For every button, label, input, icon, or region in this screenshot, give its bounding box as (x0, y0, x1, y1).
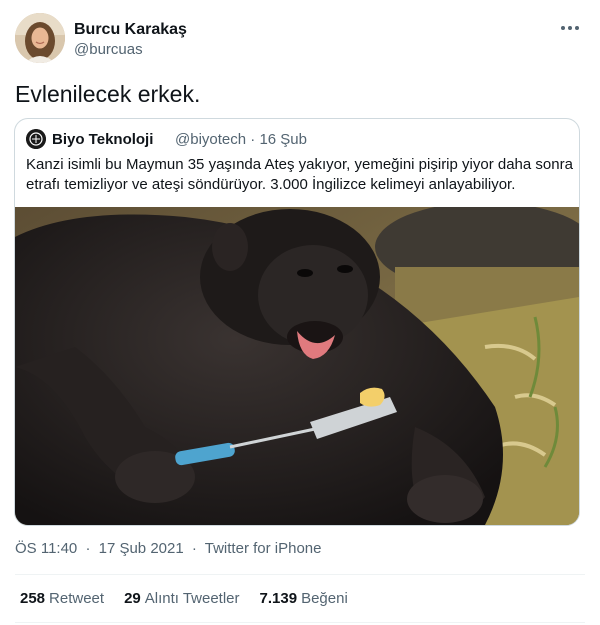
quotes-count: 29 (124, 590, 141, 607)
quoted-tweet[interactable]: Biyo Teknoloji @biyotech · 16 Şub Kanzi … (14, 118, 580, 526)
more-options-icon[interactable] (556, 18, 584, 38)
tweet-text: Evlenilecek erkek. (15, 81, 201, 107)
quoted-author-meta: @biyotech · 16 Şub (175, 131, 307, 148)
likes-stat[interactable]: 7.139 Beğeni (260, 590, 348, 607)
quoted-media-image[interactable] (15, 207, 579, 525)
tweet-source[interactable]: Twitter for iPhone (205, 540, 322, 557)
likes-label: Beğeni (301, 590, 348, 607)
likes-count: 7.139 (259, 590, 298, 607)
author-avatar[interactable] (15, 13, 65, 63)
quote-tweets-stat[interactable]: 29 Alıntı Tweetler (124, 590, 239, 607)
tweet-meta: ÖS 11:40 · 17 Şub 2021 · Twitter for iPh… (15, 540, 321, 557)
quoted-author-avatar (26, 129, 46, 149)
retweets-label: Retweet (49, 590, 105, 607)
quoted-author-name: Biyo Teknoloji (52, 131, 154, 148)
dot-separator: · (191, 540, 197, 557)
quoted-date: 16 Şub (259, 131, 307, 148)
tweet-time[interactable]: ÖS 11:40 (15, 540, 77, 557)
tweet-card: Burcu Karakaş @burcuas Evlenilecek erkek… (0, 0, 600, 625)
tweet-stats: 258 Retweet 29 Alıntı Tweetler 7.139 Beğeni (20, 590, 348, 607)
author-handle[interactable]: @burcuas (74, 41, 143, 58)
divider (15, 574, 585, 575)
dot-separator: · (85, 540, 91, 557)
divider (15, 622, 585, 623)
tweet-date[interactable]: 17 Şub 2021 (99, 540, 184, 557)
quoted-author-handle: @biyotech (175, 131, 247, 148)
quoted-text: Kanzi isimli bu Maymun 35 yaşında Ateş y… (26, 156, 573, 193)
quotes-label: Alıntı Tweetler (144, 590, 240, 607)
retweets-count: 258 (20, 590, 46, 607)
author-name[interactable]: Burcu Karakaş (74, 21, 187, 39)
retweets-stat[interactable]: 258 Retweet (20, 590, 104, 607)
